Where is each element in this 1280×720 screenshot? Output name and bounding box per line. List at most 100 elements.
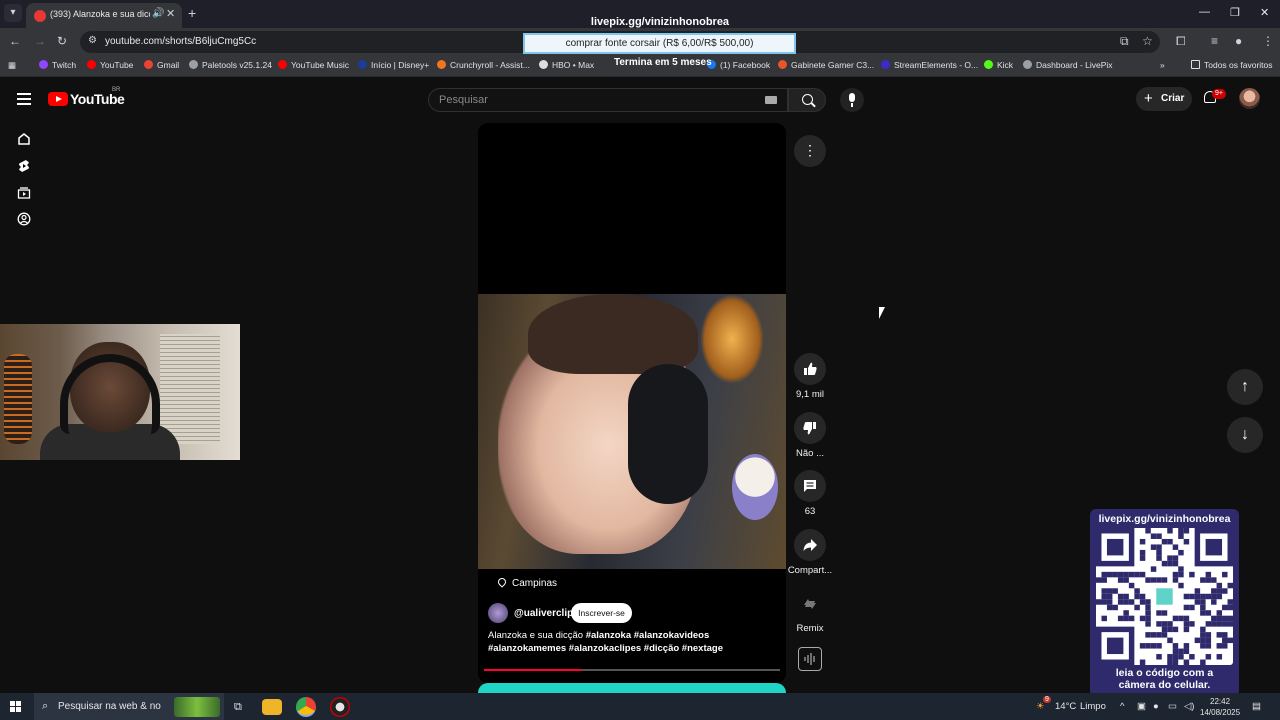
forward-icon[interactable]: → — [34, 34, 46, 48]
tray-app-icon[interactable]: ▣ — [1137, 701, 1146, 712]
weather-icon[interactable]: ☀ — [1036, 701, 1045, 712]
bookmark-livepix[interactable]: Dashboard - LivePix — [1023, 60, 1113, 70]
qr-module — [1156, 549, 1162, 556]
create-button[interactable]: + Criar — [1136, 87, 1192, 111]
bookmark-star-icon[interactable]: ☆ — [1142, 34, 1153, 48]
qr-module — [1150, 544, 1157, 550]
bookmark-disney[interactable]: Início | Disney+ — [358, 60, 429, 70]
back-icon[interactable]: ← — [9, 34, 21, 48]
short-description[interactable]: Alanzoka e sua dicção #alanzoka #alanzok… — [488, 629, 778, 655]
notification-center-icon[interactable]: ▤ — [1252, 701, 1261, 712]
video-frame[interactable] — [478, 294, 786, 569]
qr-module — [1106, 593, 1113, 600]
youtube-logo[interactable]: YouTube BR — [48, 87, 125, 109]
more-bookmarks-icon[interactable]: » — [1160, 60, 1165, 70]
site-info-icon[interactable]: ⚙ — [88, 35, 97, 46]
bookmark-gmail[interactable]: Gmail — [144, 60, 179, 70]
account-avatar[interactable] — [1239, 88, 1260, 109]
like-button[interactable] — [794, 353, 826, 385]
volume-icon[interactable]: ◁) — [1184, 701, 1194, 712]
speaker-icon[interactable]: 🔊 — [152, 8, 164, 19]
bookmark-youtube-music[interactable]: YouTube Music — [278, 60, 349, 70]
remix-button[interactable] — [794, 588, 826, 620]
close-tab-icon[interactable]: ✕ — [166, 7, 175, 20]
channel-avatar[interactable] — [488, 603, 508, 623]
bookmark-crunchyroll[interactable]: Crunchyroll - Assist... — [437, 60, 530, 70]
taskbar-search[interactable]: ⌕ Pesquisar na web & no — [34, 693, 224, 720]
voice-search-mic-icon[interactable] — [840, 88, 864, 112]
qr-module — [1172, 571, 1179, 578]
media-control-icon[interactable]: ≡ — [1211, 34, 1218, 48]
taskbar-clock[interactable]: 22:42 14/08/2025 — [1200, 696, 1240, 718]
dislike-button[interactable] — [794, 412, 826, 444]
qr-module — [1222, 588, 1228, 594]
menu-hamburger-icon[interactable] — [17, 93, 31, 105]
next-short-button[interactable]: ↓ — [1227, 417, 1263, 453]
tab-search-chevron-icon[interactable]: ▾ — [4, 4, 22, 22]
home-icon[interactable] — [17, 132, 31, 146]
bookmark-gabinete[interactable]: Gabinete Gamer C3... — [778, 60, 874, 70]
bookmark-kick[interactable]: Kick — [984, 60, 1013, 70]
more-options-button[interactable]: ⋮ — [794, 135, 826, 167]
bookmark-twitch[interactable]: Twitch — [39, 60, 76, 70]
qr-module — [1101, 615, 1107, 622]
new-tab-button[interactable]: + — [188, 5, 196, 21]
qr-module — [1145, 615, 1151, 622]
keyboard-icon[interactable] — [765, 96, 777, 104]
reload-icon[interactable]: ↻ — [57, 34, 67, 48]
bookmark-paletools[interactable]: Paletools v25.1.24 — [189, 60, 272, 70]
tray-mic-icon[interactable]: ● — [1153, 701, 1159, 712]
shorts-icon[interactable] — [17, 159, 31, 173]
search-input[interactable]: Pesquisar — [428, 88, 788, 112]
subscriptions-icon[interactable] — [17, 186, 31, 200]
profile-icon[interactable]: ● — [1235, 34, 1242, 48]
sound-waveform-button[interactable] — [798, 647, 822, 671]
windows-start-icon[interactable] — [10, 701, 21, 712]
comments-button[interactable] — [794, 470, 826, 502]
subscribe-button[interactable]: Inscrever-se — [571, 603, 632, 623]
apps-grid-icon[interactable]: ▦ — [8, 60, 16, 71]
qr-module — [1096, 599, 1102, 605]
playback-progress-bar[interactable] — [484, 669, 780, 671]
menu-kebab-icon[interactable]: ⋮ — [1262, 34, 1274, 48]
install-app-icon[interactable]: ⧉ — [1120, 34, 1129, 49]
qr-module — [1200, 632, 1206, 638]
obs-icon[interactable] — [330, 697, 350, 717]
file-explorer-icon[interactable] — [262, 699, 282, 715]
weather-temp[interactable]: 14°C — [1055, 701, 1076, 712]
network-icon[interactable]: ▭ — [1168, 701, 1177, 712]
previous-short-button[interactable]: ↑ — [1227, 369, 1263, 405]
hashtags-line-1[interactable]: #alanzoka #alanzokavideos — [586, 630, 710, 641]
hashtags-line-2[interactable]: #alanzokamemes #alanzokaclipes #dicção #… — [488, 643, 723, 654]
next-short-preview[interactable] — [478, 683, 786, 693]
all-bookmarks-folder[interactable]: Todos os favoritos — [1191, 60, 1273, 70]
close-window-icon[interactable]: ✕ — [1260, 6, 1269, 19]
tab-youtube-short[interactable]: (393) Alanzoka e sua dicção 🔊 ✕ — [26, 3, 182, 28]
bookmark-streamelements[interactable]: StreamElements - O... — [881, 60, 978, 70]
search-button[interactable] — [788, 88, 826, 112]
minimize-icon[interactable]: — — [1199, 6, 1210, 18]
shorts-player[interactable]: Campinas @ualiverclip Inscrever-se Alanz… — [478, 123, 786, 683]
extensions-icon[interactable]: ⧠ — [1176, 34, 1186, 49]
qr-module — [1189, 621, 1195, 627]
channel-name[interactable]: @ualiverclip — [514, 608, 573, 619]
weather-condition[interactable]: Limpo — [1080, 701, 1106, 712]
remix-label: Remix — [796, 623, 824, 634]
location-chip[interactable]: Campinas — [496, 576, 557, 589]
qr-module — [1128, 615, 1135, 622]
tray-chevron-icon[interactable]: ^ — [1120, 701, 1124, 712]
bookmark-hbo-max[interactable]: HBO • Max — [539, 60, 594, 70]
task-view-icon[interactable]: ⧉ — [234, 701, 242, 714]
you-icon[interactable] — [17, 212, 31, 226]
share-button[interactable] — [794, 529, 826, 561]
qr-module — [1194, 637, 1201, 644]
qr-module — [1139, 659, 1146, 665]
qr-module — [1161, 610, 1168, 616]
chrome-icon[interactable] — [296, 697, 316, 717]
qr-module — [1227, 604, 1233, 611]
restore-icon[interactable]: ❐ — [1230, 6, 1240, 19]
bookmark-youtube[interactable]: YouTube — [87, 60, 133, 70]
qr-module — [1161, 621, 1168, 627]
share-label: Compart... — [787, 565, 833, 576]
bookmark-facebook[interactable]: (1) Facebook — [707, 60, 770, 70]
